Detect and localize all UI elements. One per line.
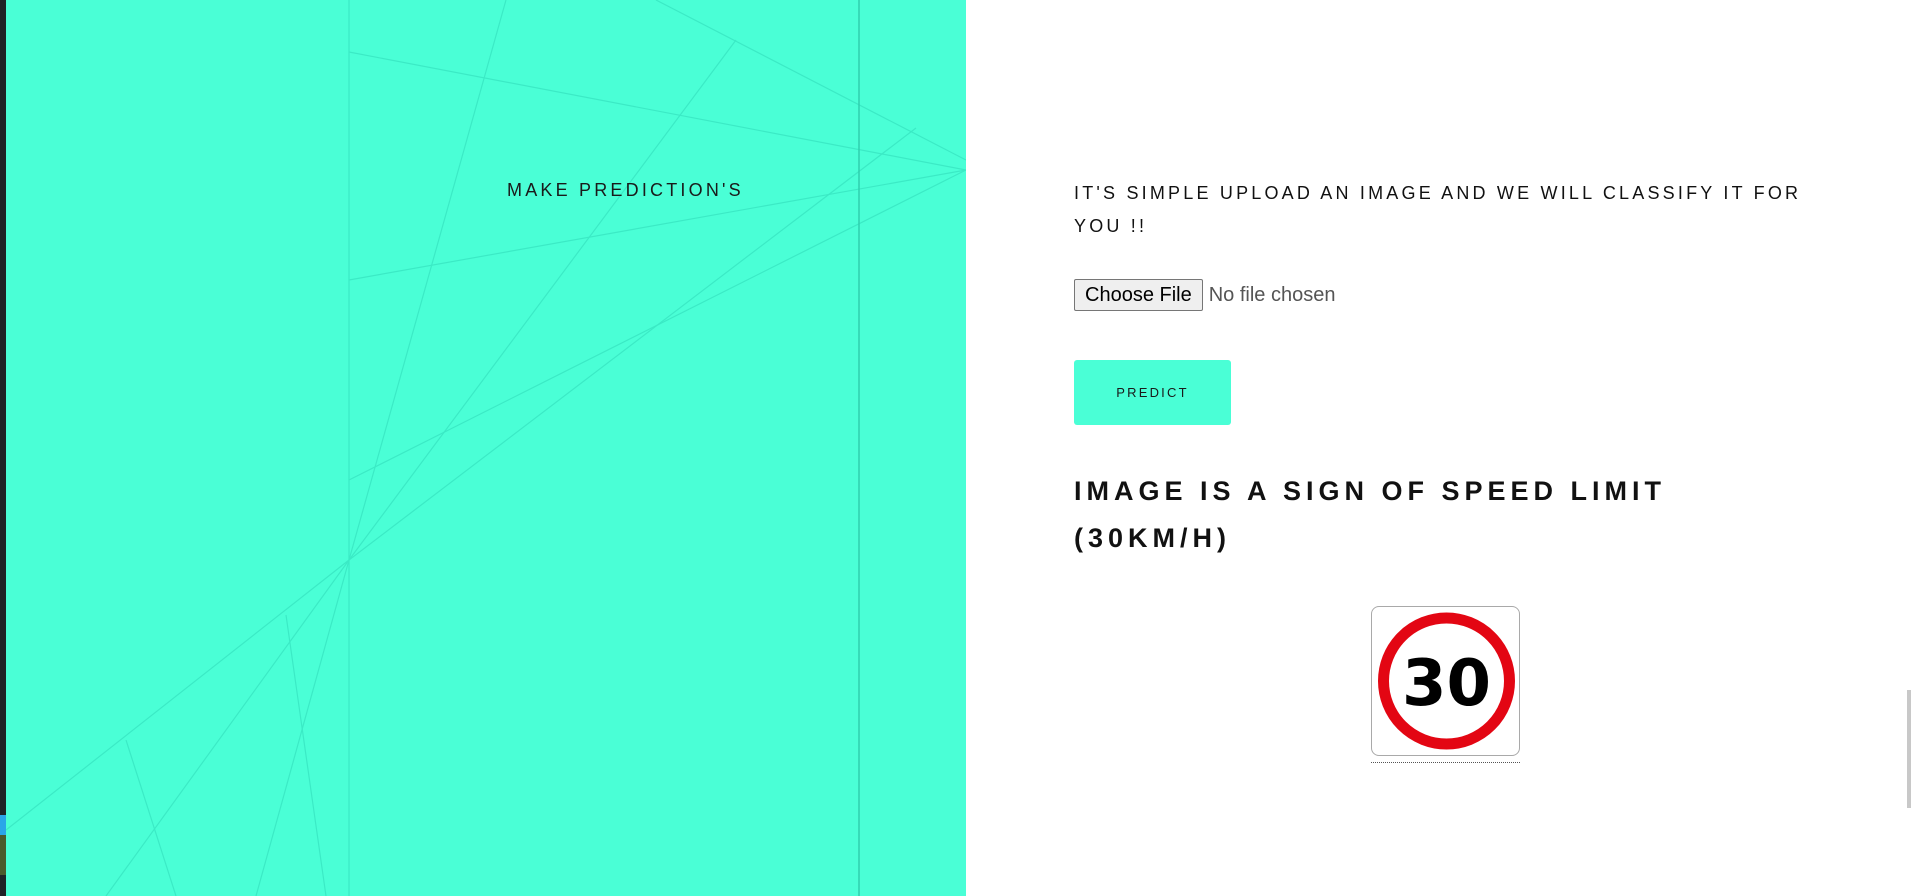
file-input[interactable]: Choose File No file chosen [1074,279,1335,311]
choose-file-button[interactable]: Choose File [1074,279,1203,311]
speed-limit-sign-icon: 30 [1378,612,1515,750]
file-status-text: No file chosen [1208,283,1336,306]
decorative-lines [6,0,966,896]
predict-button[interactable]: PREDICT [1074,360,1231,425]
scrollbar-thumb[interactable] [1907,690,1911,808]
uploaded-image-preview: 30 [1371,606,1520,756]
image-underline [1371,762,1520,763]
upload-panel: IT'S SIMPLE UPLOAD AN IMAGE AND WE WILL … [966,0,1911,896]
prediction-result: IMAGE IS A SIGN OF SPEED LIMIT (30KM/H) [1074,476,1667,553]
hero-panel: MAKE PREDICTION'S [6,0,966,896]
hero-title: MAKE PREDICTION'S [507,180,744,200]
sign-value: 30 [1402,647,1491,721]
intro-text: IT'S SIMPLE UPLOAD AN IMAGE AND WE WILL … [1074,183,1802,236]
